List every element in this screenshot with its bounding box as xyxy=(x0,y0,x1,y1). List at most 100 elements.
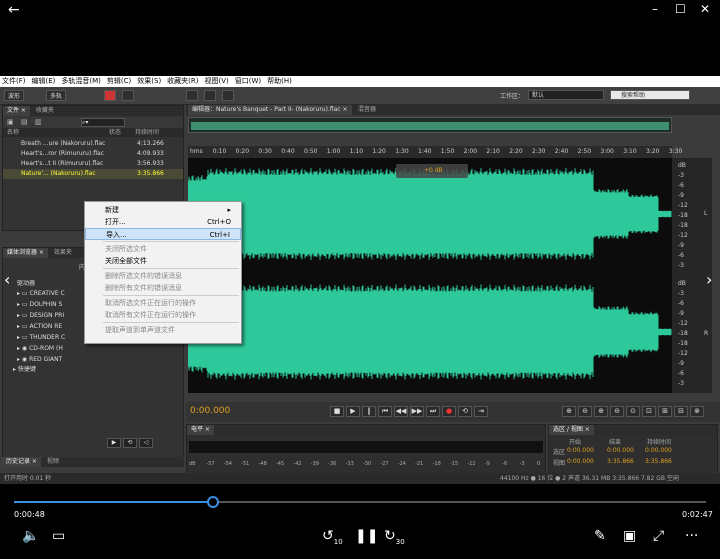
tab-editor[interactable]: 编辑器：Nature's Banquet - Part II- (Nakorur… xyxy=(188,105,352,115)
tab-files[interactable]: 文件 × xyxy=(3,106,30,116)
menu-item[interactable]: 帮助(H) xyxy=(267,77,292,85)
context-menu-item[interactable]: 新建 ▸ xyxy=(85,204,241,216)
mini-view-icon[interactable]: ▣ xyxy=(623,528,636,544)
zoom-out-amp-icon[interactable]: ⊖ xyxy=(578,406,592,417)
file-row[interactable]: Heart's...t II (Rimururu).flac 3:56.933 xyxy=(3,159,183,169)
tab-levels[interactable]: 电平 × xyxy=(187,425,214,435)
razor-tool-icon[interactable] xyxy=(204,90,216,101)
preview-loop-button[interactable]: ⟲ xyxy=(123,438,137,448)
tab-effects-rack[interactable]: 效果夹 xyxy=(50,248,76,258)
context-menu-item[interactable]: 导入... Ctrl+I xyxy=(85,228,241,240)
zoom-selection-icon[interactable]: ⊡ xyxy=(642,406,656,417)
col-status[interactable]: 状态 xyxy=(109,128,121,137)
tab-history[interactable]: 历史记录 × xyxy=(2,457,41,467)
tab-media-browser[interactable]: 媒体浏览器 × xyxy=(3,248,48,258)
view-duration[interactable]: 3:35.866 xyxy=(645,458,672,465)
more-options-icon[interactable]: ··· xyxy=(685,528,698,544)
context-menu-item[interactable]: 关闭全部文件 xyxy=(85,255,241,267)
context-menu-item[interactable]: 打开... Ctrl+O xyxy=(85,216,241,228)
drives-label[interactable]: 驱动器 xyxy=(17,278,35,287)
skip-end-button[interactable]: ⏭ xyxy=(426,406,440,417)
zoom-out-point-icon[interactable]: ⊟ xyxy=(674,406,688,417)
open-file-icon[interactable]: ▤ xyxy=(21,118,28,126)
col-duration[interactable]: 持续时间 xyxy=(135,128,159,137)
fast-forward-button[interactable]: ▶▶ xyxy=(410,406,424,417)
menu-item[interactable]: 视图(V) xyxy=(205,77,229,85)
brush-tool-icon[interactable] xyxy=(222,90,234,101)
back-arrow-icon[interactable]: ← xyxy=(8,2,20,18)
menu-item[interactable]: 编辑(E) xyxy=(32,77,56,85)
rewind-10-button[interactable]: ↺10 xyxy=(322,528,343,546)
drive-item[interactable]: ▸ ▭ THUNDER C xyxy=(17,332,65,343)
drive-item[interactable]: ▸ ◉ CD-ROM (H xyxy=(17,343,65,354)
menu-item[interactable]: 文件(F) xyxy=(2,77,26,85)
view-end[interactable]: 3:35.866 xyxy=(607,458,634,465)
drive-item[interactable]: ▸ ▭ ACTION RE xyxy=(17,321,65,332)
files-search-input[interactable]: ⌕▾ xyxy=(81,118,125,127)
volume-icon[interactable]: 🔈 xyxy=(22,528,39,544)
file-row[interactable]: Heart's...ror (Rimururu).flac 4:09.933 xyxy=(3,149,183,159)
waveform-display[interactable]: +0 dB xyxy=(188,158,672,393)
help-search-input[interactable]: 搜索帮助 xyxy=(610,90,690,100)
tab-favorites[interactable]: 收藏夹 xyxy=(32,106,58,116)
sel-end[interactable]: 0:00.000 xyxy=(607,447,634,454)
drive-item[interactable]: ▸ ▭ CREATIVE C xyxy=(17,288,65,299)
seek-bar[interactable] xyxy=(14,496,706,508)
volume-hud[interactable]: +0 dB xyxy=(396,164,468,178)
next-arrow-icon[interactable]: › xyxy=(706,270,712,289)
seek-thumb[interactable] xyxy=(206,496,219,508)
loop-button[interactable]: ⟲ xyxy=(458,406,472,417)
workspace-dropdown[interactable]: 默认 xyxy=(528,90,604,100)
skip-start-button[interactable]: ⏮ xyxy=(378,406,392,417)
drive-item[interactable]: ▸ ▭ DESIGN PRI xyxy=(17,310,65,321)
spectral-tool-icon[interactable] xyxy=(122,90,134,101)
folder-icon[interactable]: ▣ xyxy=(7,118,14,126)
waveform-button[interactable]: 波形 xyxy=(4,90,25,101)
edit-pen-icon[interactable]: ✎ xyxy=(594,528,606,544)
time-selection-tool-icon[interactable] xyxy=(186,90,198,101)
menu-item[interactable]: 多轨混音(M) xyxy=(61,77,101,85)
forward-30-button[interactable]: ↻30 xyxy=(384,528,405,546)
col-name[interactable]: 名称 xyxy=(7,128,19,137)
drive-item[interactable]: ▸ ▭ DOLPHIN S xyxy=(17,299,65,310)
shortcuts-item[interactable]: ▸ 快捷键 xyxy=(13,364,36,373)
menu-item[interactable]: 剪辑(C) xyxy=(107,77,131,85)
skip-button[interactable]: ⇥ xyxy=(474,406,488,417)
sel-start[interactable]: 0:00.000 xyxy=(567,447,594,454)
view-start[interactable]: 0:00.000 xyxy=(567,458,594,465)
record-tool-icon[interactable] xyxy=(104,90,116,101)
menu-item[interactable]: 收藏夹(R) xyxy=(167,77,198,85)
time-ruler[interactable]: hms 0:10 0:20 0:30 0:40 0:50 1:00 1:10 1:20 1:30 1… xyxy=(188,146,682,158)
maximize-icon[interactable]: ☐ xyxy=(675,2,686,16)
file-row[interactable]: Breath ...ure (Nakoruru).flac 4:13.266 xyxy=(3,139,183,149)
preview-volume-button[interactable]: ◁ xyxy=(139,438,153,448)
play-button[interactable]: ▶ xyxy=(346,406,360,417)
pause-button[interactable]: ‖ xyxy=(362,406,376,417)
tab-selection-view[interactable]: 选区 / 视图 × xyxy=(549,425,594,435)
menu-item[interactable]: 效果(S) xyxy=(137,77,161,85)
fullscreen-icon[interactable]: ⤢ xyxy=(653,528,664,544)
import-icon[interactable]: ▥ xyxy=(35,118,42,126)
menu-item[interactable]: 窗口(W) xyxy=(235,77,261,85)
zoom-reset-icon[interactable]: ⊗ xyxy=(690,406,704,417)
captions-icon[interactable]: ▭ xyxy=(52,528,65,544)
sel-duration[interactable]: 0:00.000 xyxy=(645,447,672,454)
preview-play-button[interactable]: ▶ xyxy=(107,438,121,448)
file-row-selected[interactable]: Nature'... (Nakoruru).flac 3:35.866 xyxy=(3,169,183,179)
waveform-overview[interactable] xyxy=(188,117,672,133)
zoom-out-time-icon[interactable]: ⊖ xyxy=(610,406,624,417)
stop-button[interactable]: ■ xyxy=(330,406,344,417)
minimize-icon[interactable]: – xyxy=(652,2,658,16)
zoom-in-time-icon[interactable]: ⊕ xyxy=(594,406,608,417)
rewind-button[interactable]: ◀◀ xyxy=(394,406,408,417)
pause-button-main[interactable]: ❚❚ xyxy=(355,528,378,544)
zoom-in-amp-icon[interactable]: ⊕ xyxy=(562,406,576,417)
tab-mixer[interactable]: 混音器 xyxy=(354,105,380,115)
prev-arrow-icon[interactable]: ‹ xyxy=(4,270,10,289)
record-button[interactable]: ● xyxy=(442,406,456,417)
zoom-in-point-icon[interactable]: ⊞ xyxy=(658,406,672,417)
tab-video[interactable]: 视频 xyxy=(43,457,63,467)
close-icon[interactable]: ✕ xyxy=(700,2,710,16)
zoom-full-icon[interactable]: ⊙ xyxy=(626,406,640,417)
multitrack-button[interactable]: 多轨 xyxy=(46,90,67,101)
